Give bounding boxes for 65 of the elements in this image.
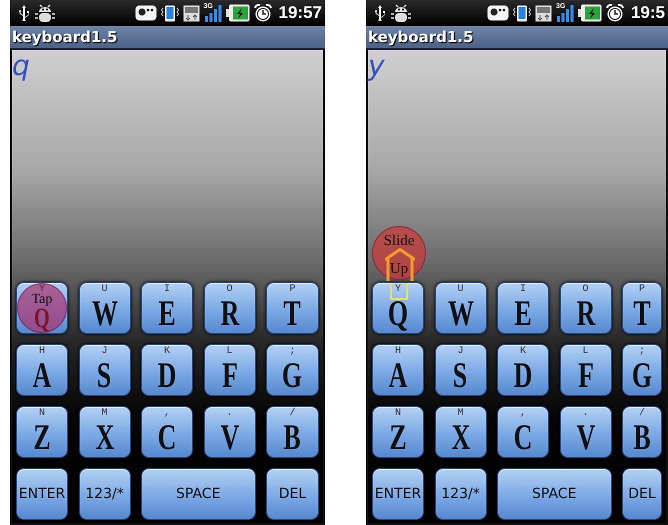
data-transfer-icon bbox=[534, 4, 552, 22]
tap-indicator bbox=[17, 283, 67, 333]
signal-icon bbox=[204, 4, 222, 22]
key[interactable]: DEL bbox=[622, 468, 662, 520]
key[interactable]: ; G bbox=[622, 344, 662, 396]
gesture-label: Up bbox=[390, 260, 408, 278]
gesture-label: Tap bbox=[30, 292, 54, 308]
key[interactable]: I E bbox=[141, 282, 193, 334]
key[interactable]: M X bbox=[434, 406, 486, 458]
key[interactable]: H A bbox=[16, 344, 68, 396]
key[interactable]: I E bbox=[497, 282, 549, 334]
clock-time: 19:5 bbox=[630, 3, 665, 23]
battery-charging-icon bbox=[226, 4, 250, 22]
vibrate-icon bbox=[512, 4, 531, 22]
key[interactable]: 123/* bbox=[434, 468, 486, 520]
key[interactable]: P T bbox=[266, 282, 319, 334]
clock-time: 19:57 bbox=[278, 3, 322, 23]
key[interactable]: J S bbox=[78, 344, 130, 396]
key[interactable]: P T bbox=[622, 282, 662, 334]
key[interactable]: M X bbox=[78, 406, 130, 458]
key[interactable]: / B bbox=[266, 406, 319, 458]
alarm-clock-icon bbox=[606, 4, 624, 22]
bug-icon bbox=[34, 4, 56, 22]
app-title: keyboard1.5 bbox=[368, 28, 474, 46]
key[interactable]: Y Q bbox=[372, 282, 424, 334]
key[interactable]: U W bbox=[434, 282, 486, 334]
key[interactable]: J S bbox=[434, 344, 486, 396]
alarm-clock-icon bbox=[254, 4, 272, 22]
battery-charging-icon bbox=[578, 4, 602, 22]
key[interactable]: . V bbox=[560, 406, 612, 458]
gesture-label: Slide bbox=[384, 232, 414, 250]
key[interactable]: DEL bbox=[266, 468, 319, 520]
data-transfer-icon bbox=[182, 4, 200, 22]
typed-text: q bbox=[12, 52, 30, 80]
usb-icon bbox=[18, 5, 30, 21]
highlight-frame bbox=[390, 283, 408, 300]
app-title: keyboard1.5 bbox=[12, 28, 118, 46]
key[interactable]: Y Q Tap bbox=[16, 282, 68, 334]
key[interactable]: ENTER bbox=[16, 468, 68, 520]
key[interactable]: , C bbox=[497, 406, 549, 458]
key[interactable]: O R bbox=[560, 282, 612, 334]
signal-icon bbox=[556, 4, 574, 22]
key[interactable]: K D bbox=[497, 344, 549, 396]
key[interactable]: N Z bbox=[372, 406, 424, 458]
key[interactable]: L F bbox=[204, 344, 256, 396]
key[interactable]: H A bbox=[372, 344, 424, 396]
typed-text: y bbox=[368, 52, 385, 80]
key[interactable]: 123/* bbox=[78, 468, 130, 520]
key[interactable]: N Z bbox=[16, 406, 68, 458]
usb-icon bbox=[374, 5, 386, 21]
vibrate-icon bbox=[160, 4, 179, 22]
key[interactable]: O R bbox=[204, 282, 256, 334]
key[interactable]: U W bbox=[78, 282, 130, 334]
key[interactable]: SPACE bbox=[497, 468, 612, 520]
key[interactable]: SPACE bbox=[141, 468, 256, 520]
key[interactable]: L F bbox=[560, 344, 612, 396]
key[interactable]: . V bbox=[204, 406, 256, 458]
key[interactable]: / B bbox=[622, 406, 662, 458]
voicemail-icon bbox=[486, 5, 509, 21]
bug-icon bbox=[390, 4, 412, 22]
key[interactable]: ; G bbox=[266, 344, 319, 396]
key[interactable]: ENTER bbox=[372, 468, 424, 520]
voicemail-icon bbox=[134, 5, 157, 21]
key[interactable]: K D bbox=[141, 344, 193, 396]
key[interactable]: , C bbox=[141, 406, 193, 458]
